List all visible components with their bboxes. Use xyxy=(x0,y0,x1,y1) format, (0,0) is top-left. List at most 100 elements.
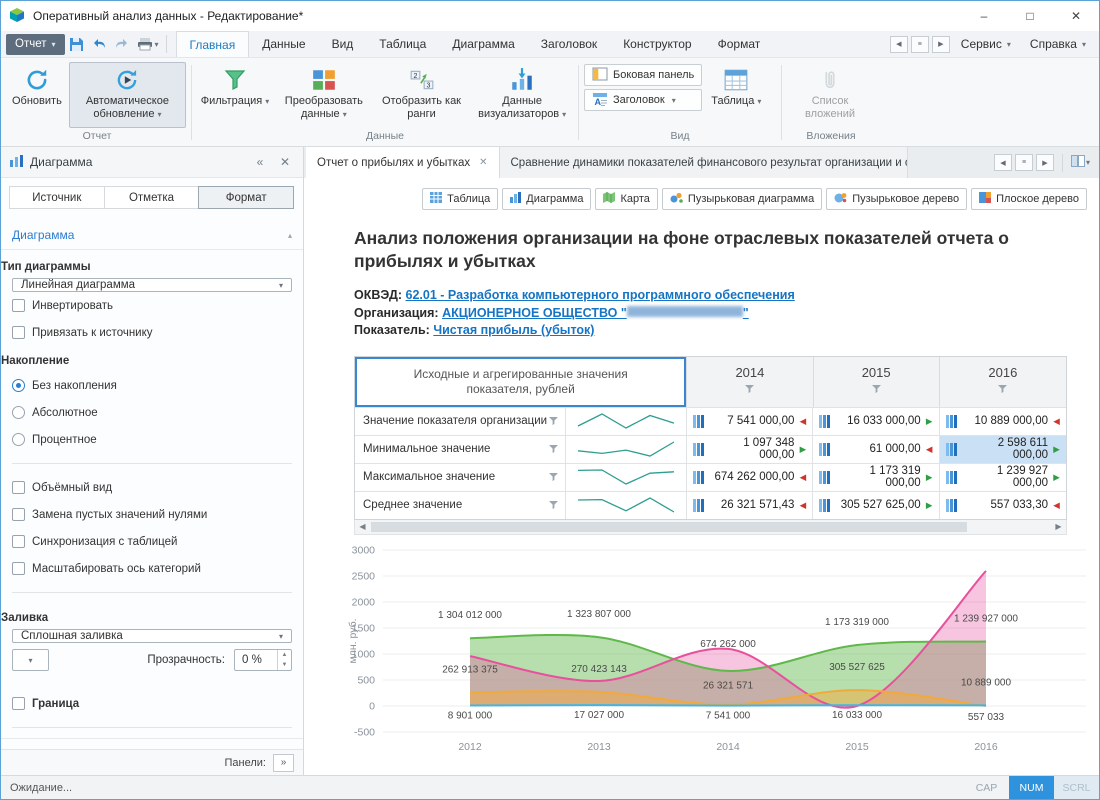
auto-refresh-button[interactable]: Автоматическое обновление xyxy=(69,62,186,128)
value-cell[interactable]: 1 239 927 000,00▶ xyxy=(940,464,1066,491)
radio-no-accumulation[interactable] xyxy=(12,379,25,392)
report-menu-button[interactable]: Отчет xyxy=(6,34,65,55)
value-cell[interactable]: 1 097 348 000,00▶ xyxy=(687,436,813,463)
value-cell[interactable]: 16 033 000,00▶ xyxy=(813,408,939,435)
section-legend[interactable]: Легенда xyxy=(1,738,303,749)
tab-scroll-left-icon[interactable]: ◀ xyxy=(994,154,1012,171)
tab-format[interactable]: Формат xyxy=(705,31,774,57)
spinner-up-icon[interactable]: ▲ xyxy=(278,650,291,660)
num-lock-indicator[interactable]: NUM xyxy=(1009,776,1054,799)
close-tab-icon[interactable]: ✕ xyxy=(479,157,487,168)
undo-icon[interactable] xyxy=(88,33,111,55)
border-checkbox[interactable] xyxy=(12,697,25,710)
collapse-panel-icon[interactable]: « xyxy=(251,155,269,169)
sparkline-cell[interactable] xyxy=(566,408,687,435)
menu-service[interactable]: Сервис xyxy=(953,37,1019,51)
column-header-2016[interactable]: 2016 xyxy=(940,357,1066,407)
scrollbar-thumb[interactable] xyxy=(371,522,967,532)
viz-flat-tree-button[interactable]: Плоское дерево xyxy=(971,188,1087,210)
value-cell[interactable]: 61 000,00◀ xyxy=(813,436,939,463)
row-header[interactable]: Минимальное значение xyxy=(355,436,566,463)
viz-bubble-chart-button[interactable]: Пузырьковая диаграмма xyxy=(662,188,822,210)
ribbon-minimize-icon[interactable]: ≡ xyxy=(911,36,929,53)
okved-link[interactable]: 62.01 - Разработка компьютерного програм… xyxy=(406,288,795,302)
fill-type-select[interactable]: Сплошная заливка xyxy=(12,629,292,643)
tab-konstruktor[interactable]: Конструктор xyxy=(610,31,704,57)
transform-data-button[interactable]: Преобразовать данные xyxy=(276,62,372,128)
table-corner-header[interactable]: Исходные и агрегированные значения показ… xyxy=(355,357,687,407)
bind-source-checkbox[interactable] xyxy=(12,326,25,339)
empty-as-zero-checkbox[interactable] xyxy=(12,508,25,521)
scale-axis-checkbox[interactable] xyxy=(12,562,25,575)
doc-tab-profit-loss[interactable]: Отчет о прибылях и убытках ✕ xyxy=(306,147,500,178)
viz-table-button[interactable]: Таблица xyxy=(422,188,498,210)
column-header-2014[interactable]: 2014 xyxy=(687,357,813,407)
tab-scroll-right-icon[interactable]: ▶ xyxy=(1036,154,1054,171)
indicator-link[interactable]: Чистая прибыль (убыток) xyxy=(433,323,594,337)
value-cell[interactable]: 26 321 571,43◀ xyxy=(687,492,813,519)
line-chart[interactable]: 300025002000150010005000-500201220132014… xyxy=(345,542,1091,766)
panel-tab-mark[interactable]: Отметка xyxy=(104,186,200,209)
value-cell[interactable]: 674 262 000,00◀ xyxy=(687,464,813,491)
column-header-2015[interactable]: 2015 xyxy=(814,357,940,407)
transparency-spinner[interactable]: 0 % ▲▼ xyxy=(234,649,292,671)
menu-help[interactable]: Справка xyxy=(1022,37,1094,51)
panel-tab-source[interactable]: Источник xyxy=(9,186,105,209)
refresh-button[interactable]: Обновить xyxy=(8,62,66,128)
spinner-down-icon[interactable]: ▼ xyxy=(278,660,291,670)
radio-percent[interactable] xyxy=(12,433,25,446)
fill-color-dropdown[interactable]: ▾ xyxy=(12,649,49,671)
row-header[interactable]: Среднее значение xyxy=(355,492,566,519)
caps-lock-indicator[interactable]: CAP xyxy=(964,776,1009,799)
close-button[interactable]: ✕ xyxy=(1053,1,1099,31)
value-cell-selected[interactable]: 2 598 611 000,00▶ xyxy=(940,436,1066,463)
row-header[interactable]: Максимальное значение xyxy=(355,464,566,491)
chart-type-select[interactable]: Линейная диаграмма xyxy=(12,278,292,292)
panel-tab-format[interactable]: Формат xyxy=(198,186,294,209)
layout-caret-icon[interactable]: ▾ xyxy=(1086,158,1090,167)
tab-list-icon[interactable]: ≡ xyxy=(1015,154,1033,171)
value-cell[interactable]: 7 541 000,00◀ xyxy=(687,408,813,435)
ribbon-scroll-right-icon[interactable]: ▶ xyxy=(932,36,950,53)
show-as-ranks-button[interactable]: 23 Отобразить как ранги xyxy=(375,62,469,128)
save-icon[interactable] xyxy=(65,33,88,55)
split-layout-icon[interactable] xyxy=(1071,155,1085,170)
value-cell[interactable]: 1 173 319 000,00▶ xyxy=(813,464,939,491)
doc-tab-comparison[interactable]: Сравнение динамики показателей финансово… xyxy=(500,147,908,178)
tab-zagolovok[interactable]: Заголовок xyxy=(528,31,610,57)
sparkline-cell[interactable] xyxy=(566,464,687,491)
value-cell[interactable]: 305 527 625,00▶ xyxy=(813,492,939,519)
tab-dannye[interactable]: Данные xyxy=(249,31,318,57)
value-cell[interactable]: 557 033,30◀ xyxy=(940,492,1066,519)
scroll-left-icon[interactable]: ◀ xyxy=(355,522,370,531)
tab-vid[interactable]: Вид xyxy=(319,31,367,57)
value-cell[interactable]: 10 889 000,00◀ xyxy=(940,408,1066,435)
attachments-list-button[interactable]: Список вложений xyxy=(787,62,873,128)
close-panel-icon[interactable]: ✕ xyxy=(276,155,294,169)
maximize-button[interactable]: □ xyxy=(1007,1,1053,31)
section-chart[interactable]: Диаграмма xyxy=(1,217,303,250)
scroll-lock-indicator[interactable]: SCRL xyxy=(1054,776,1099,799)
radio-absolute[interactable] xyxy=(12,406,25,419)
scroll-right-icon[interactable]: ▶ xyxy=(1051,522,1066,531)
tab-diagramma[interactable]: Диаграмма xyxy=(439,31,527,57)
invert-checkbox[interactable] xyxy=(12,299,25,312)
minimize-button[interactable]: – xyxy=(961,1,1007,31)
viz-map-button[interactable]: Карта xyxy=(595,188,657,210)
panels-expand-button[interactable]: » xyxy=(273,754,294,772)
print-caret-icon[interactable]: ▾ xyxy=(155,40,159,49)
sync-table-checkbox[interactable] xyxy=(12,535,25,548)
tab-glavnaya[interactable]: Главная xyxy=(176,31,250,57)
volume-view-checkbox[interactable] xyxy=(12,481,25,494)
visualizer-data-button[interactable]: Данные визуализаторов xyxy=(471,62,573,128)
filter-button[interactable]: Фильтрация xyxy=(197,62,273,128)
ribbon-scroll-left-icon[interactable]: ◀ xyxy=(890,36,908,53)
organization-link[interactable]: АКЦИОНЕРНОЕ ОБЩЕСТВО "" xyxy=(442,306,749,320)
tab-tablitsa[interactable]: Таблица xyxy=(366,31,439,57)
viz-chart-button[interactable]: Диаграмма xyxy=(502,188,591,210)
print-icon[interactable] xyxy=(134,33,157,55)
header-button[interactable]: A Заголовок xyxy=(584,89,702,111)
sparkline-cell[interactable] xyxy=(566,492,687,519)
row-header[interactable]: Значение показателя организации xyxy=(355,408,566,435)
viz-bubble-tree-button[interactable]: Пузырьковое дерево xyxy=(826,188,967,210)
